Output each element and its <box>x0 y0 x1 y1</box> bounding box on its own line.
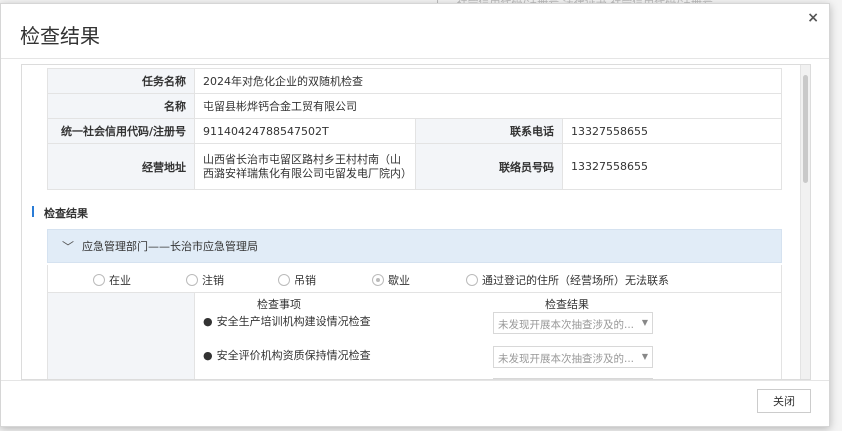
radio-circle <box>186 274 198 286</box>
bullet-icon: ● <box>203 315 213 328</box>
close-button[interactable]: 关闭 <box>757 389 811 413</box>
credit-code-value: 91140424788547502T <box>194 118 416 144</box>
inspection-item-label: 安全评价机构资质保持情况检查 <box>216 349 371 362</box>
caret-down-icon: ▼ <box>641 352 648 361</box>
radio-label: 吊销 <box>294 274 316 287</box>
caret-down-icon: ▼ <box>641 318 648 327</box>
address-label: 经营地址 <box>47 143 195 190</box>
radio-label: 注销 <box>202 274 224 287</box>
chevron-down-icon: ﹀ <box>62 239 75 254</box>
status-radio-suspended[interactable]: 歇业 <box>372 272 410 288</box>
close-icon[interactable]: × <box>807 10 819 26</box>
items-left-cell <box>48 293 195 379</box>
status-radio-cancelled[interactable]: 注销 <box>186 272 224 288</box>
company-name-label: 名称 <box>47 93 195 119</box>
column-header-result: 检查结果 <box>545 298 589 311</box>
footer-divider <box>1 380 829 381</box>
address-value: 山西省长治市屯留区路村乡王村村南（山西潞安祥瑞焦化有限公司屯留发电厂院内） <box>194 143 416 190</box>
inspection-items-panel: 检查事项 检查结果 ● 安全生产培训机构建设情况检查 未发现开展本次抽查涉及的..… <box>47 293 782 379</box>
result-select-value: 未发现开展本次抽查涉及的... <box>498 319 635 331</box>
phone-value: 13327558655 <box>562 118 782 144</box>
radio-circle <box>466 274 478 286</box>
radio-circle <box>372 274 384 286</box>
radio-label: 在业 <box>109 274 131 287</box>
section-title: 检查结果 <box>32 205 88 221</box>
radio-label: 歇业 <box>388 274 410 287</box>
dept-label: 应急管理部门——长治市应急管理局 <box>82 240 259 253</box>
phone-label: 联系电话 <box>415 118 563 144</box>
inspection-item: ● 安全生产培训机构建设情况检查 <box>203 313 371 329</box>
content-scrollbar[interactable] <box>800 65 810 379</box>
task-name-label: 任务名称 <box>47 68 195 94</box>
column-header-item: 检查事项 <box>257 298 301 311</box>
bullet-icon: ● <box>203 349 213 362</box>
scrollbar-thumb[interactable] <box>803 75 808 183</box>
inspection-item-label: 安全生产培训机构建设情况检查 <box>216 315 371 328</box>
result-select[interactable]: 未发现开展本次抽查涉及的... ▼ <box>493 346 653 368</box>
radio-circle <box>278 274 290 286</box>
liaison-value: 13327558655 <box>562 143 782 190</box>
status-radio-revoked[interactable]: 吊销 <box>278 272 316 288</box>
radio-label: 通过登记的住所（经营场所）无法联系 <box>482 274 669 287</box>
status-radio-group: 在业 注销 吊销 歇业 通过登记的住所（经营场所）无法联系 <box>47 265 782 293</box>
inspection-result-dialog: 检查结果 × 任务名称 2024年对危化企业的双随机检查 名称 屯留县彬烨钙合金… <box>0 3 830 427</box>
dialog-content: 任务名称 2024年对危化企业的双随机检查 名称 屯留县彬烨钙合金工贸有限公司 … <box>21 64 811 380</box>
enterprise-info-table: 任务名称 2024年对危化企业的双随机检查 名称 屯留县彬烨钙合金工贸有限公司 … <box>47 68 782 190</box>
liaison-label: 联络员号码 <box>415 143 563 190</box>
dialog-title: 检查结果 <box>20 24 100 48</box>
result-select[interactable]: 未发现开展本次抽查涉及的... ▼ <box>493 312 653 334</box>
status-radio-active[interactable]: 在业 <box>93 272 131 288</box>
company-name-value: 屯留县彬烨钙合金工贸有限公司 <box>194 93 782 119</box>
credit-code-label: 统一社会信用代码/注册号 <box>47 118 195 144</box>
status-radio-unreachable[interactable]: 通过登记的住所（经营场所）无法联系 <box>466 272 669 288</box>
dept-panel-header[interactable]: ﹀ 应急管理部门——长治市应急管理局 <box>47 229 782 263</box>
result-select-value: 未发现开展本次抽查涉及的... <box>498 353 635 365</box>
radio-circle <box>93 274 105 286</box>
inspection-item: ● 安全评价机构资质保持情况检查 <box>203 347 371 363</box>
task-name-value: 2024年对危化企业的双随机检查 <box>194 68 782 94</box>
title-divider <box>1 58 829 59</box>
